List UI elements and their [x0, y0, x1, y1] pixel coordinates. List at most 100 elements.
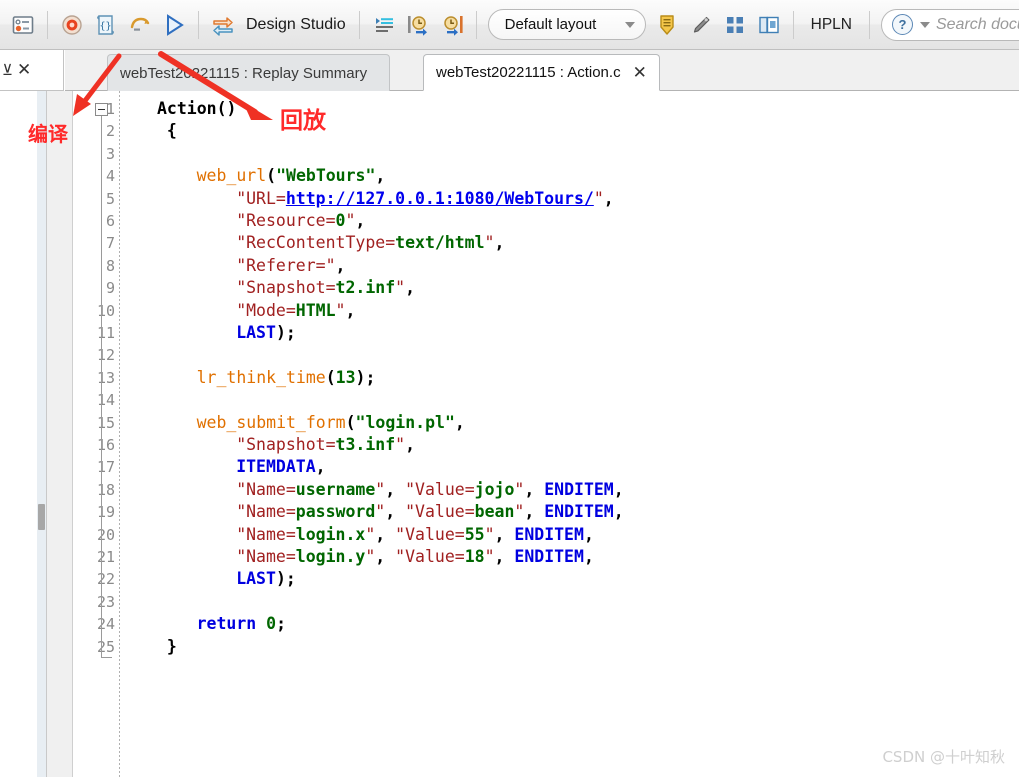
- code-line[interactable]: "Name=login.x", "Value=55", ENDITEM,: [236, 525, 594, 545]
- line-number: 17: [96, 458, 115, 477]
- code-token: (: [266, 166, 277, 186]
- code-token: ,: [524, 479, 545, 499]
- design-studio-label[interactable]: Design Studio: [240, 16, 352, 34]
- fold-toggle-icon[interactable]: [95, 103, 108, 116]
- editor-tabstrip: webTest20221115 : Replay Summary webTest…: [65, 50, 1019, 91]
- code-line[interactable]: "Referer=",: [236, 256, 345, 276]
- tab-label: webTest20221115 : Replay Summary: [120, 64, 368, 82]
- layout-select[interactable]: Default layout: [487, 9, 646, 40]
- code-token: ;: [276, 614, 287, 634]
- code-line[interactable]: Action(): [157, 99, 236, 119]
- code-token: (): [216, 99, 237, 118]
- script-icon[interactable]: {}: [89, 8, 123, 42]
- steps-toolbar-icon[interactable]: [367, 8, 401, 42]
- code-token: "Referer=": [236, 255, 336, 275]
- hpln-label[interactable]: HPLN: [801, 16, 862, 34]
- line-number: 2: [105, 122, 115, 141]
- code-line[interactable]: "Snapshot=t2.inf",: [236, 278, 415, 298]
- code-token: ,: [583, 524, 594, 544]
- code-token: ": [484, 547, 495, 566]
- help-circle-icon[interactable]: ?: [891, 14, 913, 35]
- line-number: 7: [105, 234, 115, 253]
- code-line[interactable]: LAST);: [236, 323, 296, 343]
- panel-splitter[interactable]: [37, 91, 46, 777]
- code-line[interactable]: web_submit_form("login.pl",: [197, 413, 465, 433]
- replay-loop-icon[interactable]: [123, 8, 157, 42]
- code-token: ,: [385, 502, 406, 522]
- code-token: ,: [454, 412, 465, 432]
- record-icon[interactable]: [55, 8, 89, 42]
- windows-icon[interactable]: [752, 8, 786, 42]
- code-line[interactable]: "RecContentType=text/html",: [236, 233, 504, 253]
- line-number: 16: [96, 436, 115, 454]
- code-token: "Value=: [405, 502, 475, 522]
- design-studio-icon[interactable]: [206, 8, 240, 42]
- splitter-grip[interactable]: [38, 504, 45, 530]
- code-text-area[interactable]: Action(){web_url("WebTours", "URL=http://…: [95, 91, 1019, 777]
- think-time-start-icon[interactable]: [401, 8, 435, 42]
- code-token: ": [395, 435, 406, 454]
- code-token: ,: [405, 435, 416, 454]
- line-number: 5: [105, 189, 115, 208]
- pen-icon[interactable]: [684, 8, 718, 42]
- code-token: );: [355, 367, 376, 387]
- bookmark-down-icon[interactable]: [650, 8, 684, 42]
- code-token: ,: [583, 547, 594, 566]
- code-line[interactable]: "Name=login.y", "Value=18", ENDITEM,: [236, 547, 594, 567]
- line-number: 23: [96, 592, 115, 611]
- code-token: Action: [157, 99, 217, 118]
- search-documentation[interactable]: ? Search docume: [880, 8, 1019, 41]
- chevron-down-icon[interactable]: [919, 21, 930, 28]
- editor-marker-bar[interactable]: [47, 91, 73, 777]
- code-token: "RecContentType=: [236, 233, 396, 253]
- toolbar-separator: [475, 10, 477, 39]
- code-token: ": [593, 188, 604, 208]
- line-number: 25: [96, 637, 115, 656]
- code-line[interactable]: "Name=password", "Value=bean", ENDITEM,: [236, 502, 624, 522]
- code-token: "Mode=: [236, 300, 296, 320]
- code-token: 18: [464, 547, 485, 566]
- code-line[interactable]: "Snapshot=t3.inf",: [236, 435, 415, 455]
- code-token: ": [484, 233, 495, 253]
- code-line[interactable]: }: [167, 637, 177, 657]
- code-editor[interactable]: 1 2 3 4 5 6 7 8 9 10 11 12 13 14 15 16 17 18 19 20 21 22 23 24 2…: [47, 91, 1019, 777]
- code-line[interactable]: return 0;: [197, 614, 286, 634]
- code-token: ": [514, 479, 525, 499]
- code-line[interactable]: lr_think_time(13);: [197, 368, 376, 388]
- tab-action-c[interactable]: webTest20221115 : Action.c ✕: [423, 54, 660, 91]
- code-token: ,: [494, 233, 505, 253]
- panel-icon[interactable]: ⊻: [2, 61, 13, 79]
- code-line[interactable]: "Resource=0",: [236, 211, 365, 231]
- code-token: ,: [603, 188, 614, 208]
- toolbar-separator: [358, 10, 360, 39]
- code-line[interactable]: "Mode=HTML",: [236, 301, 355, 321]
- line-number: 15: [96, 413, 115, 432]
- controller-icon[interactable]: [6, 8, 40, 42]
- think-time-end-icon[interactable]: [435, 8, 469, 42]
- code-line[interactable]: "Name=username", "Value=jojo", ENDITEM,: [236, 480, 624, 500]
- line-number: 8: [105, 256, 115, 275]
- code-line[interactable]: {: [167, 121, 177, 141]
- code-line[interactable]: LAST);: [236, 569, 296, 589]
- code-token: 13: [335, 367, 356, 387]
- code-token: 0: [266, 614, 277, 634]
- line-number: 3: [105, 144, 115, 163]
- line-number: 13: [96, 368, 115, 387]
- line-number: 24: [96, 615, 115, 634]
- search-input[interactable]: Search docume: [936, 16, 1019, 34]
- toolbar-separator: [198, 10, 199, 39]
- code-token: "Name=: [236, 524, 296, 544]
- tab-replay-summary[interactable]: webTest20221115 : Replay Summary: [107, 54, 391, 91]
- code-line[interactable]: ITEMDATA,: [236, 457, 325, 477]
- close-icon[interactable]: ✕: [17, 60, 31, 80]
- grid-icon[interactable]: [718, 8, 752, 42]
- run-icon[interactable]: [157, 8, 191, 42]
- close-icon[interactable]: ✕: [633, 64, 647, 81]
- code-line[interactable]: web_url("WebTours",: [197, 166, 386, 186]
- code-token: );: [275, 569, 296, 589]
- code-token: "Value=: [395, 524, 465, 544]
- code-token: login.y: [295, 547, 366, 566]
- code-token: login.x: [295, 524, 366, 544]
- line-number: 6: [105, 212, 115, 230]
- code-line[interactable]: "URL=http://127.0.0.1:1080/WebTours/",: [236, 189, 614, 209]
